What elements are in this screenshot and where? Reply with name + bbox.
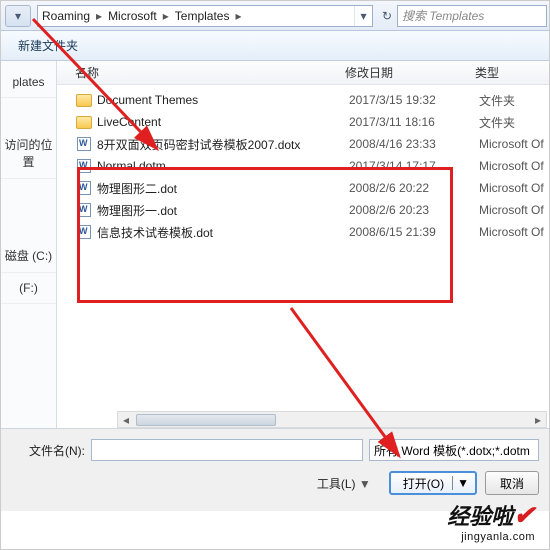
file-name: LiveContent: [97, 115, 349, 129]
file-type-filter[interactable]: 所有 Word 模板(*.dotx;*.dotm: [369, 439, 539, 461]
crumb-microsoft[interactable]: Microsoft: [104, 6, 161, 26]
crumb-templates[interactable]: Templates: [171, 6, 234, 26]
table-row[interactable]: LiveContent2017/3/11 18:16文件夹: [57, 111, 549, 133]
watermark: 经验啦✔ jingyanla.com: [447, 499, 535, 543]
file-name: 8开双面双页码密封试卷模板2007.dotx: [97, 136, 349, 153]
word-icon: [75, 158, 93, 174]
word-icon: [75, 136, 93, 152]
chevron-down-icon: ▼: [359, 477, 371, 491]
search-input[interactable]: 搜索 Templates: [397, 5, 547, 27]
file-type: 文件夹: [479, 114, 549, 131]
file-type: Microsoft Of: [479, 181, 549, 195]
file-name: 物理图形一.dot: [97, 202, 349, 219]
file-type: Microsoft Of: [479, 159, 549, 173]
cancel-button[interactable]: 取消: [485, 471, 539, 495]
table-row[interactable]: Normal.dotm2017/3/14 17:17Microsoft Of: [57, 155, 549, 177]
tools-button[interactable]: 工具(L) ▼: [317, 475, 381, 492]
header-type[interactable]: 类型: [475, 64, 549, 81]
sidebar-item[interactable]: 磁盘 (C:): [1, 239, 56, 273]
file-date: 2008/4/16 23:33: [349, 137, 479, 151]
file-type: Microsoft Of: [479, 225, 549, 239]
scroll-thumb[interactable]: [136, 414, 276, 426]
file-date: 2017/3/14 17:17: [349, 159, 479, 173]
table-row[interactable]: Document Themes2017/3/15 19:32文件夹: [57, 89, 549, 111]
chevron-right-icon: ▸: [161, 9, 171, 23]
filename-input[interactable]: [91, 439, 363, 461]
file-date: 2008/2/6 20:23: [349, 203, 479, 217]
file-name: 物理图形二.dot: [97, 180, 349, 197]
chevron-right-icon: ▸: [94, 9, 104, 23]
breadcrumb[interactable]: Roaming ▸ Microsoft ▸ Templates ▸ ▾: [37, 5, 373, 27]
file-type: Microsoft Of: [479, 137, 549, 151]
file-date: 2017/3/15 19:32: [349, 93, 479, 107]
sidebar-item[interactable]: (F:): [1, 273, 56, 304]
new-folder-button[interactable]: 新建文件夹: [7, 33, 89, 58]
horizontal-scrollbar[interactable]: ◂ ▸: [117, 411, 547, 428]
sidebar-item[interactable]: plates: [1, 67, 56, 98]
refresh-icon[interactable]: ↻: [377, 5, 397, 27]
word-icon: [75, 180, 93, 196]
file-name: Document Themes: [97, 93, 349, 107]
table-row[interactable]: 8开双面双页码密封试卷模板2007.dotx2008/4/16 23:33Mic…: [57, 133, 549, 155]
scroll-right-icon[interactable]: ▸: [530, 413, 546, 427]
filter-text: 所有 Word 模板(*.dotx;*.dotm: [374, 442, 530, 459]
word-icon: [75, 224, 93, 240]
file-name: 信息技术试卷模板.dot: [97, 224, 349, 241]
table-row[interactable]: 信息技术试卷模板.dot2008/6/15 21:39Microsoft Of: [57, 221, 549, 243]
search-placeholder: 搜索 Templates: [402, 7, 484, 24]
file-date: 2017/3/11 18:16: [349, 115, 479, 129]
table-row[interactable]: 物理图形一.dot2008/2/6 20:23Microsoft Of: [57, 199, 549, 221]
header-name[interactable]: 名称: [75, 64, 345, 81]
sidebar-item[interactable]: 访问的位置: [1, 128, 56, 179]
crumb-roaming[interactable]: Roaming: [38, 6, 94, 26]
file-date: 2008/6/15 21:39: [349, 225, 479, 239]
word-icon: [75, 202, 93, 218]
sidebar: plates 访问的位置 磁盘 (C:) (F:): [1, 61, 57, 428]
open-button[interactable]: 打开(O) ▼: [389, 471, 477, 495]
chevron-right-icon: ▸: [233, 9, 243, 23]
chevron-down-icon[interactable]: ▼: [457, 476, 469, 490]
folder-icon: [75, 114, 93, 130]
header-date[interactable]: 修改日期: [345, 64, 475, 81]
address-dropdown[interactable]: ▾: [354, 6, 372, 26]
file-name: Normal.dotm: [97, 159, 349, 173]
history-dropdown[interactable]: ▾: [5, 5, 31, 27]
folder-icon: [75, 92, 93, 108]
file-type: 文件夹: [479, 92, 549, 109]
file-date: 2008/2/6 20:22: [349, 181, 479, 195]
table-row[interactable]: 物理图形二.dot2008/2/6 20:22Microsoft Of: [57, 177, 549, 199]
filename-label: 文件名(N):: [11, 442, 91, 459]
scroll-left-icon[interactable]: ◂: [118, 413, 134, 427]
file-type: Microsoft Of: [479, 203, 549, 217]
column-headers[interactable]: 名称 修改日期 类型: [57, 61, 549, 85]
